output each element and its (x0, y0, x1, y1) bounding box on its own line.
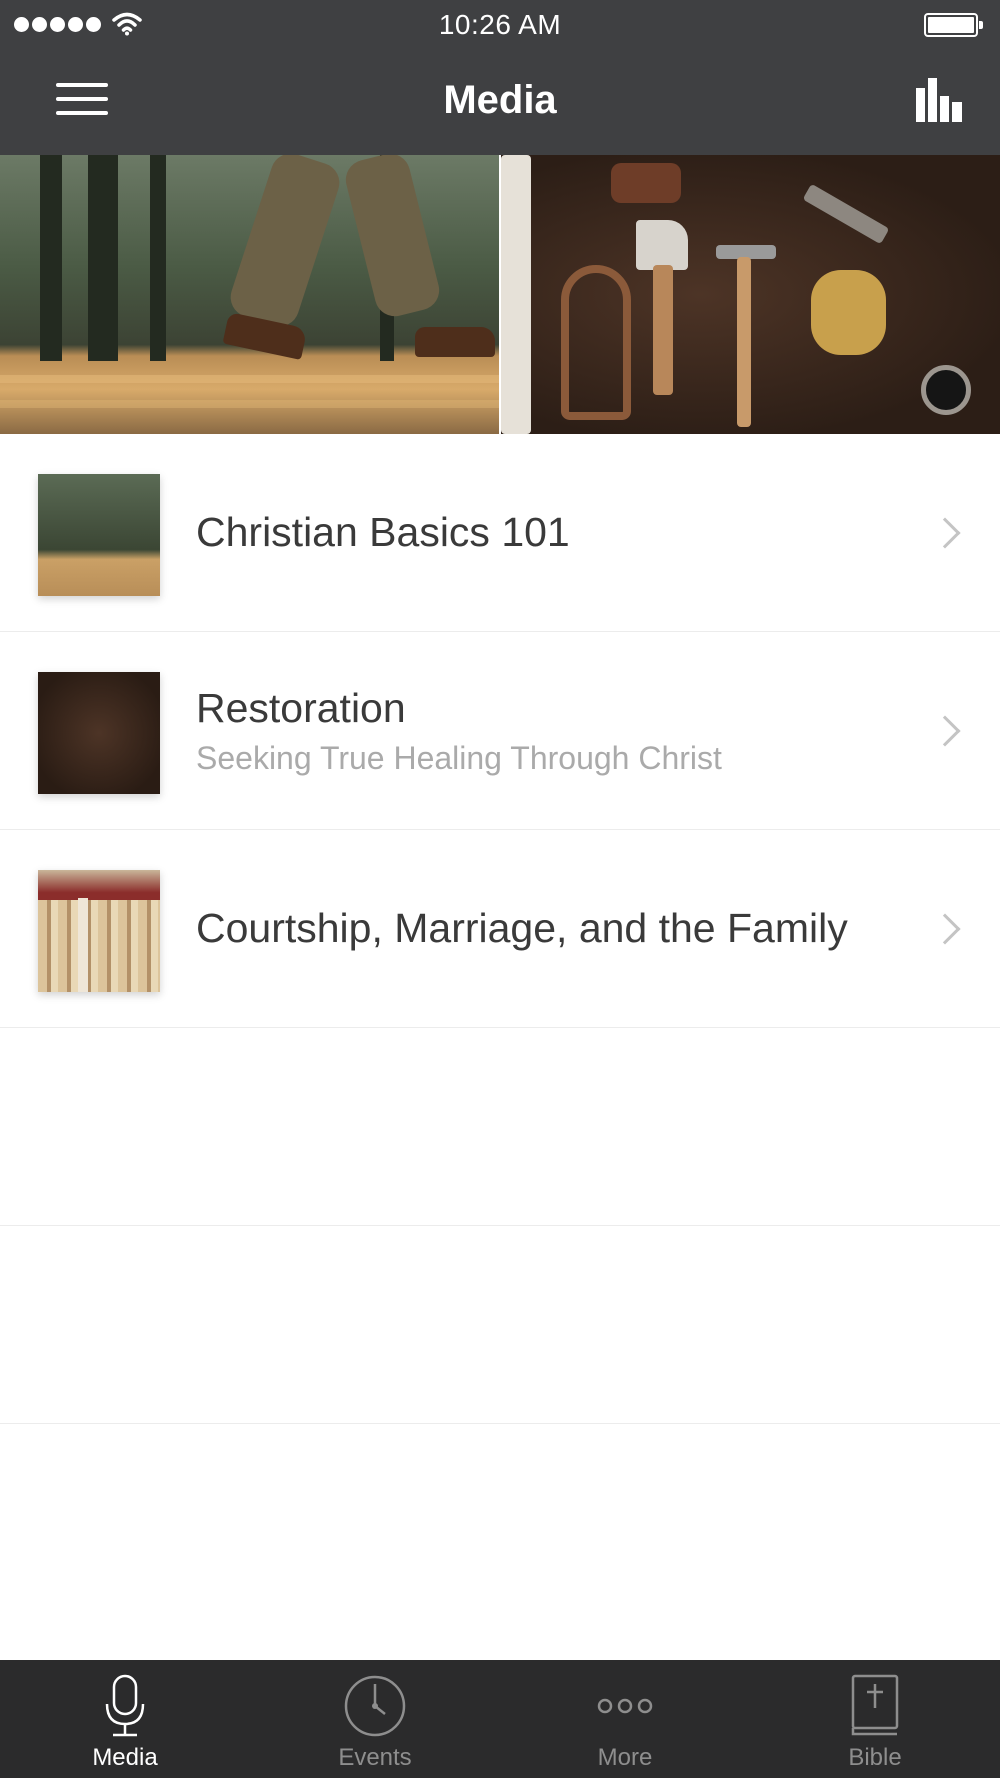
tab-label: Events (338, 1744, 412, 1771)
chevron-right-icon (929, 714, 961, 747)
battery-icon (924, 13, 983, 37)
bible-icon (851, 1674, 899, 1736)
firewood-stack-thumbnail (38, 870, 160, 992)
list-item[interactable]: Restoration Seeking True Healing Through… (0, 632, 1000, 830)
hero-banner (0, 155, 1000, 434)
tools-thumbnail (38, 672, 160, 794)
microphone-icon (105, 1674, 145, 1737)
tab-media[interactable]: Media (0, 1660, 250, 1778)
bar-chart-icon[interactable] (916, 78, 962, 122)
chevron-right-icon (929, 516, 961, 549)
status-time: 10:26 AM (438, 9, 562, 40)
page-title: Media (443, 78, 557, 122)
forest-boardwalk-hiker-image (0, 155, 499, 434)
clock-icon (344, 1675, 406, 1737)
empty-row (0, 1424, 1000, 1454)
tools-on-wood-table-image (501, 155, 1000, 434)
more-dots-icon (597, 1698, 653, 1714)
forest-boardwalk-thumbnail (38, 474, 160, 596)
tab-label: Bible (848, 1744, 902, 1771)
list-item-title: Christian Basics 101 (196, 509, 570, 555)
tab-bible[interactable]: Bible (750, 1660, 1000, 1778)
empty-row (0, 1226, 1000, 1424)
status-bar: 10:26 AM (0, 0, 1000, 50)
tab-events[interactable]: Events (250, 1660, 500, 1778)
media-series-list: Christian Basics 101 Restoration Seeking… (0, 434, 1000, 1454)
empty-row (0, 1028, 1000, 1226)
list-item-title: Courtship, Marriage, and the Family (196, 905, 848, 951)
chevron-right-icon (929, 912, 961, 945)
tab-label: Media (92, 1744, 158, 1771)
tab-bar: Media Events More Bible (0, 1660, 1000, 1778)
tab-more[interactable]: More (500, 1660, 750, 1778)
list-item-title: Restoration (196, 684, 406, 731)
tab-label: More (597, 1744, 653, 1771)
list-item[interactable]: Courtship, Marriage, and the Family (0, 830, 1000, 1028)
navigation-bar: Media (0, 50, 1000, 155)
list-item-subtitle: Seeking True Healing Through Christ (196, 739, 722, 776)
list-item[interactable]: Christian Basics 101 (0, 434, 1000, 632)
